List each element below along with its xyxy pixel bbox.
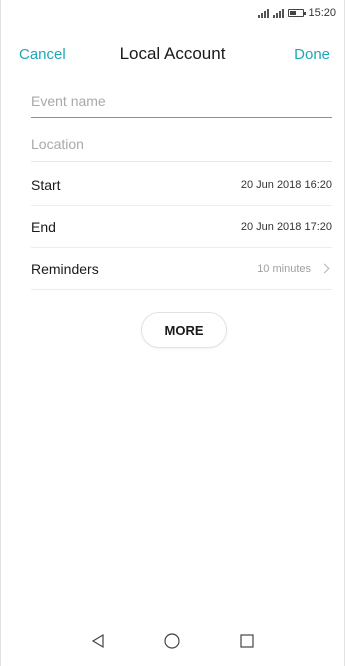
- start-value: 20 Jun 2018 16:20: [240, 178, 332, 191]
- navigation-bar: [1, 616, 344, 666]
- header: Cancel Local Account Done: [1, 36, 344, 72]
- screen: 15:20 Cancel Local Account Done Start 20…: [0, 0, 345, 666]
- location-input[interactable]: [31, 128, 332, 160]
- signal-icon-2: [273, 8, 285, 18]
- location-field: [31, 128, 332, 162]
- chevron-right-icon: [319, 263, 330, 274]
- more-button[interactable]: MORE: [141, 312, 227, 348]
- event-name-input[interactable]: [31, 86, 332, 116]
- event-name-field: [31, 86, 332, 118]
- status-bar: 15:20: [1, 0, 344, 26]
- reminders-row[interactable]: Reminders 10 minutes: [31, 248, 332, 290]
- end-row[interactable]: End 20 Jun 2018 17:20: [31, 206, 332, 248]
- reminders-value-group: 10 minutes: [257, 263, 332, 275]
- done-button[interactable]: Done: [294, 46, 330, 63]
- reminders-label: Reminders: [31, 260, 99, 277]
- back-triangle-icon[interactable]: [78, 621, 118, 661]
- status-time: 15:20: [308, 7, 336, 19]
- end-label: End: [31, 218, 56, 235]
- battery-icon: [288, 9, 307, 17]
- home-circle-icon[interactable]: [152, 621, 192, 661]
- start-label: Start: [31, 176, 61, 193]
- recents-square-icon[interactable]: [227, 621, 267, 661]
- cancel-button[interactable]: Cancel: [19, 46, 66, 63]
- reminders-value: 10 minutes: [257, 262, 311, 275]
- start-row[interactable]: Start 20 Jun 2018 16:20: [31, 164, 332, 206]
- end-value: 20 Jun 2018 17:20: [240, 220, 332, 233]
- signal-icon: [258, 8, 270, 18]
